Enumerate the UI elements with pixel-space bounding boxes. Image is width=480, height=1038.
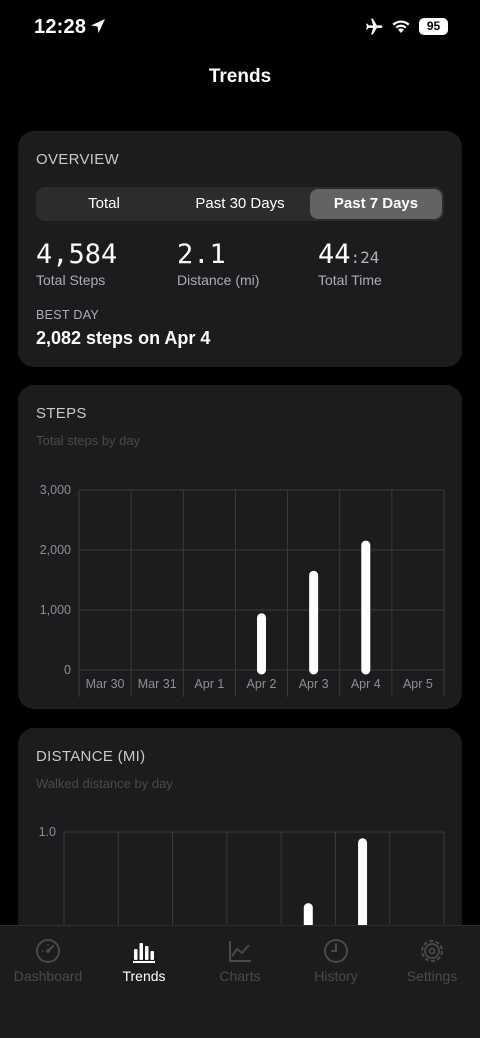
overview-title: OVERVIEW (36, 151, 119, 168)
x-tick-label: Mar 31 (138, 677, 177, 691)
segment-past-30-days[interactable]: Past 30 Days (174, 189, 306, 219)
stat-label: Distance (mi) (177, 272, 260, 288)
tab-charts[interactable]: Charts (192, 938, 288, 984)
tab-label: History (314, 968, 358, 984)
tab-label: Charts (219, 968, 261, 984)
gear-icon (421, 940, 443, 962)
x-tick-label: Apr 4 (351, 677, 381, 691)
y-tick-label: 1,000 (40, 603, 71, 617)
page-title: Trends (208, 66, 272, 87)
x-tick-label: Apr 5 (403, 677, 433, 691)
tab-settings[interactable]: Settings (384, 938, 480, 984)
gauge-icon (36, 939, 60, 963)
x-tick-label: Apr 1 (194, 677, 224, 691)
tab-trends[interactable]: Trends (96, 938, 192, 984)
stat-value: 2.1 (177, 239, 226, 270)
stat-value: 4,584 (36, 239, 118, 270)
tab-bar: Dashboard Trends Charts History Settings (0, 925, 480, 1038)
steps-card: STEPS Total steps by day 0 1,000 2,000 3,00… (18, 385, 462, 709)
y-tick-label: 1.0 (39, 825, 56, 839)
tab-history[interactable]: History (288, 938, 384, 984)
tab-dashboard[interactable]: Dashboard (0, 938, 96, 984)
stat-value: 44 (318, 239, 351, 270)
tab-label: Settings (406, 968, 458, 984)
x-tick-label: Mar 30 (86, 677, 125, 691)
x-tick-label: Apr 2 (247, 677, 277, 691)
stat-value-seconds: :24 (350, 248, 380, 267)
segment-past-7-days[interactable]: Past 7 Days (310, 189, 442, 219)
stat-label: Total Time (318, 272, 382, 288)
stat-label: Total Steps (36, 272, 106, 288)
wifi-icon (392, 20, 410, 33)
best-day-value: 2,082 steps on Apr 4 (36, 328, 211, 348)
location-arrow-icon (91, 19, 105, 33)
status-bar: 12:28 95 (0, 0, 480, 54)
y-tick-label: 2,000 (40, 543, 71, 557)
stat-total-steps: 4,584 Total Steps (36, 239, 117, 288)
period-segmented-control: Total Past 30 Days Past 7 Days (36, 187, 444, 221)
status-time: 12:28 (34, 16, 87, 38)
x-tick-label: Apr 3 (299, 677, 329, 691)
y-tick-label: 3,000 (40, 483, 71, 497)
segment-total[interactable]: Total (38, 189, 170, 219)
overview-card: OVERVIEW Total Past 30 Days Past 7 Days … (18, 131, 462, 367)
best-day-label: BEST DAY (36, 308, 100, 322)
bar-chart-icon (133, 943, 155, 963)
tab-label: Dashboard (13, 968, 83, 984)
clock-icon (324, 939, 348, 963)
y-tick-label: 0 (64, 663, 71, 677)
tab-label: Trends (122, 968, 166, 984)
battery-indicator: 95 (419, 18, 448, 35)
stat-distance: 2.1 Distance (mi) (177, 239, 259, 288)
line-chart-icon (229, 941, 251, 962)
airplane-icon (366, 18, 383, 35)
steps-chart: 0 1,000 2,000 3,000 Mar 30 Mar 31 Apr 1 Apr 2 Ap… (40, 483, 445, 697)
stat-total-time: 44:24 Total Time (318, 239, 382, 288)
